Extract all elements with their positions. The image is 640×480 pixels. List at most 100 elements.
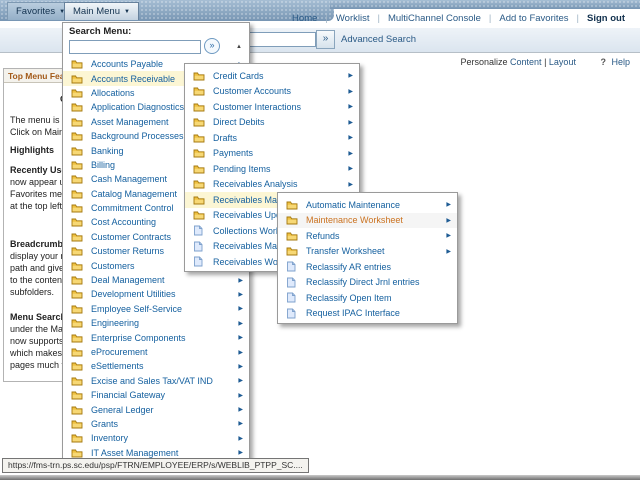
personalize-layout-link[interactable]: Layout — [549, 57, 576, 67]
page-icon — [286, 308, 298, 319]
peoplesoft-window: Favorites▼ Main Menu▼ Home|Worklist|Mult… — [0, 0, 640, 480]
main-menu-item-general-ledger[interactable]: General Ledger▶ — [63, 402, 249, 416]
folder-icon — [193, 102, 205, 112]
main-menu-item-employee-self-service[interactable]: Employee Self-Service▶ — [63, 302, 249, 316]
main-menu-item-esettlements[interactable]: eSettlements▶ — [63, 359, 249, 373]
menu-item-label: Pending Items — [213, 164, 348, 174]
submenu-arrow-icon: ▶ — [446, 248, 451, 255]
menu-item-label: Payments — [213, 148, 348, 158]
menu-search-go-icon[interactable]: » — [204, 38, 220, 54]
menu-item-label: Maintenance Worksheet — [306, 215, 446, 225]
menu-item-label: Deal Management — [91, 275, 238, 285]
page-icon — [193, 241, 205, 252]
main-menu-item-deal-management[interactable]: Deal Management▶ — [63, 273, 249, 287]
receivables-maintenance-submenu: Automatic Maintenance▶Maintenance Worksh… — [277, 192, 458, 324]
personalize-content-link[interactable]: Content — [510, 57, 542, 67]
main-menu-item-inventory[interactable]: Inventory▶ — [63, 431, 249, 445]
folder-icon — [193, 179, 205, 189]
main-menu-item-development-utilities[interactable]: Development Utilities▶ — [63, 287, 249, 301]
header-links: Home | Worklist | MultiChannel Console | Add t… — [285, 13, 632, 24]
rm-submenu-item-reclassify-open-item[interactable]: Reclassify Open Item — [278, 290, 457, 306]
menu-item-label: Grants — [91, 419, 238, 429]
ar-submenu-item-customer-accounts[interactable]: Customer Accounts▶ — [185, 84, 359, 100]
ar-submenu-item-pending-items[interactable]: Pending Items▶ — [185, 161, 359, 177]
folder-icon — [71, 318, 83, 328]
main-menu-item-financial-gateway[interactable]: Financial Gateway▶ — [63, 388, 249, 402]
rm-submenu-item-maintenance-worksheet[interactable]: Maintenance Worksheet▶ — [278, 213, 457, 229]
help-link[interactable]: Help — [611, 57, 630, 67]
header-link-sign-out[interactable]: Sign out — [587, 13, 625, 24]
menu-item-label: Credit Cards — [213, 71, 348, 81]
folder-icon — [71, 174, 83, 184]
folder-icon — [193, 148, 205, 158]
status-bar-url: https://fms-trn.ps.sc.edu/psp/FTRN/EMPLO… — [2, 458, 309, 473]
submenu-arrow-icon: ▶ — [238, 392, 243, 399]
folder-icon — [286, 215, 298, 225]
main-menu-item-eprocurement[interactable]: eProcurement▶ — [63, 345, 249, 359]
header-link-add-to-favorites[interactable]: Add to Favorites — [499, 13, 568, 24]
folder-icon — [71, 333, 83, 343]
folder-icon — [71, 203, 83, 213]
rm-submenu-item-reclassify-direct-jrnl-entries[interactable]: Reclassify Direct Jrnl entries — [278, 275, 457, 291]
folder-icon — [193, 117, 205, 127]
submenu-arrow-icon: ▶ — [446, 201, 451, 208]
advanced-search-link[interactable]: Advanced Search — [341, 34, 416, 45]
ar-submenu-item-direct-debits[interactable]: Direct Debits▶ — [185, 115, 359, 131]
folder-icon — [193, 164, 205, 174]
folder-icon — [71, 289, 83, 299]
menu-item-label: Refunds — [306, 231, 446, 241]
rm-submenu-item-request-ipac-interface[interactable]: Request IPAC Interface — [278, 306, 457, 322]
folder-icon — [71, 160, 83, 170]
rm-submenu-item-automatic-maintenance[interactable]: Automatic Maintenance▶ — [278, 197, 457, 213]
submenu-arrow-icon: ▶ — [238, 435, 243, 442]
submenu-arrow-icon: ▶ — [238, 277, 243, 284]
menu-item-label: Enterprise Components — [91, 333, 238, 343]
menu-item-label: Reclassify Open Item — [306, 293, 457, 303]
header-link-separator: | — [577, 13, 579, 24]
menu-item-label: Drafts — [213, 133, 348, 143]
main-menu-item-excise-and-sales-tax-vat-ind[interactable]: Excise and Sales Tax/VAT IND▶ — [63, 374, 249, 388]
header-link-multichannel-console[interactable]: MultiChannel Console — [388, 13, 481, 24]
submenu-arrow-icon: ▶ — [446, 217, 451, 224]
menu-item-label: eSettlements — [91, 361, 238, 371]
folder-icon — [71, 347, 83, 357]
menu-search-area: Search Menu: » — [63, 23, 249, 57]
header-link-worklist[interactable]: Worklist — [336, 13, 370, 24]
main-menu-item-enterprise-components[interactable]: Enterprise Components▶ — [63, 330, 249, 344]
menu-item-label: Receivables Analysis — [213, 179, 348, 189]
folder-icon — [71, 261, 83, 271]
folder-icon — [71, 405, 83, 415]
folder-icon — [71, 189, 83, 199]
header-link-home[interactable]: Home — [292, 13, 317, 24]
folder-icon — [71, 217, 83, 227]
ar-submenu-item-payments[interactable]: Payments▶ — [185, 146, 359, 162]
main-menu-item-grants[interactable]: Grants▶ — [63, 417, 249, 431]
page-icon — [286, 277, 298, 288]
search-go-icon[interactable]: » — [316, 30, 335, 49]
rm-submenu-item-reclassify-ar-entries[interactable]: Reclassify AR entries — [278, 259, 457, 275]
submenu-arrow-icon: ▶ — [348, 103, 353, 110]
folder-icon — [71, 448, 83, 458]
menu-search-input[interactable] — [69, 40, 201, 54]
menu-item-label: IT Asset Management — [91, 448, 238, 458]
submenu-arrow-icon: ▶ — [446, 232, 451, 239]
folder-icon — [286, 246, 298, 256]
tab-main-menu[interactable]: Main Menu▼ — [64, 2, 139, 20]
submenu-arrow-icon: ▶ — [238, 305, 243, 312]
menu-search-label: Search Menu: — [69, 26, 243, 37]
ar-submenu-item-receivables-analysis[interactable]: Receivables Analysis▶ — [185, 177, 359, 193]
scroll-up-icon[interactable]: ▲ — [236, 44, 242, 50]
rm-submenu-item-refunds[interactable]: Refunds▶ — [278, 228, 457, 244]
folder-icon — [71, 131, 83, 141]
rm-submenu-item-transfer-worksheet[interactable]: Transfer Worksheet▶ — [278, 244, 457, 260]
ar-submenu-item-credit-cards[interactable]: Credit Cards▶ — [185, 68, 359, 84]
header-link-separator: | — [489, 13, 491, 24]
ar-submenu-item-drafts[interactable]: Drafts▶ — [185, 130, 359, 146]
header-link-separator: | — [377, 13, 379, 24]
main-menu-item-engineering[interactable]: Engineering▶ — [63, 316, 249, 330]
ar-submenu-item-customer-interactions[interactable]: Customer Interactions▶ — [185, 99, 359, 115]
submenu-arrow-icon: ▶ — [348, 181, 353, 188]
help-icon[interactable]: ? — [600, 57, 606, 67]
folder-icon — [71, 232, 83, 242]
folder-icon — [193, 133, 205, 143]
